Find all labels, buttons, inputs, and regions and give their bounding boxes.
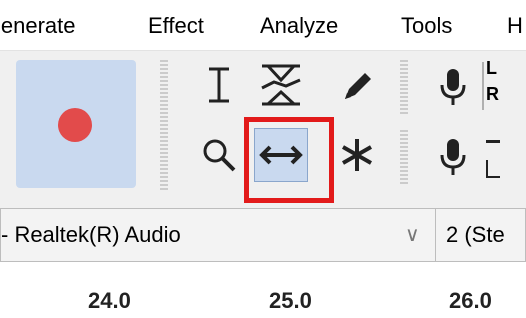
i-beam-icon [209,67,229,103]
microphone-icon [440,69,466,105]
selection-highlight [244,117,334,203]
draw-tool-button[interactable] [330,58,384,112]
timeline-ruler[interactable]: 24.0 25.0 26.0 [0,262,526,318]
record-button[interactable] [16,60,136,188]
menu-generate[interactable]: ienerate [0,13,76,39]
menu-tools[interactable]: Tools [401,13,452,39]
recording-device-value: - Realtek(R) Audio [1,222,181,247]
menu-bar: ienerate Effect Analyze Tools H [0,0,526,51]
pencil-icon [345,73,371,99]
slider-mark [486,176,500,178]
slider-mark [486,140,500,143]
multi-tool-button[interactable] [330,128,384,182]
toolbar-grip[interactable] [400,60,408,114]
ruler-tick-label: 25.0 [269,288,312,313]
chevron-down-icon: ∨ [405,224,420,246]
record-volume-button[interactable] [426,130,480,184]
menu-analyze[interactable]: Analyze [260,13,338,39]
device-toolbar: - Realtek(R) Audio ∨ 2 (Ste [0,208,526,262]
record-icon [58,108,92,142]
magnifier-icon [203,139,236,172]
recording-channels-select[interactable]: 2 (Ste [436,208,526,262]
microphone-icon [440,139,466,175]
recording-device-select[interactable]: - Realtek(R) Audio ∨ [0,208,436,262]
ruler-tick-label: 24.0 [88,288,131,313]
menu-effect[interactable]: Effect [148,13,204,39]
menu-help[interactable]: H [507,13,523,39]
recording-channels-value: 2 (Ste [446,222,505,247]
meter-right-label: R [486,84,499,104]
meter-divider [482,62,484,110]
ruler-tick-label: 26.0 [449,288,492,313]
selection-tool-button[interactable] [192,58,246,112]
toolbar-grip[interactable] [400,130,408,186]
zoom-tool-button[interactable] [192,128,246,182]
record-meter-button[interactable] [426,60,480,114]
envelope-icon [261,64,301,106]
envelope-tool-button[interactable] [254,58,308,112]
toolbar-grip[interactable] [160,60,168,190]
meter-left-label: L [486,58,497,78]
asterisk-icon [342,139,372,171]
